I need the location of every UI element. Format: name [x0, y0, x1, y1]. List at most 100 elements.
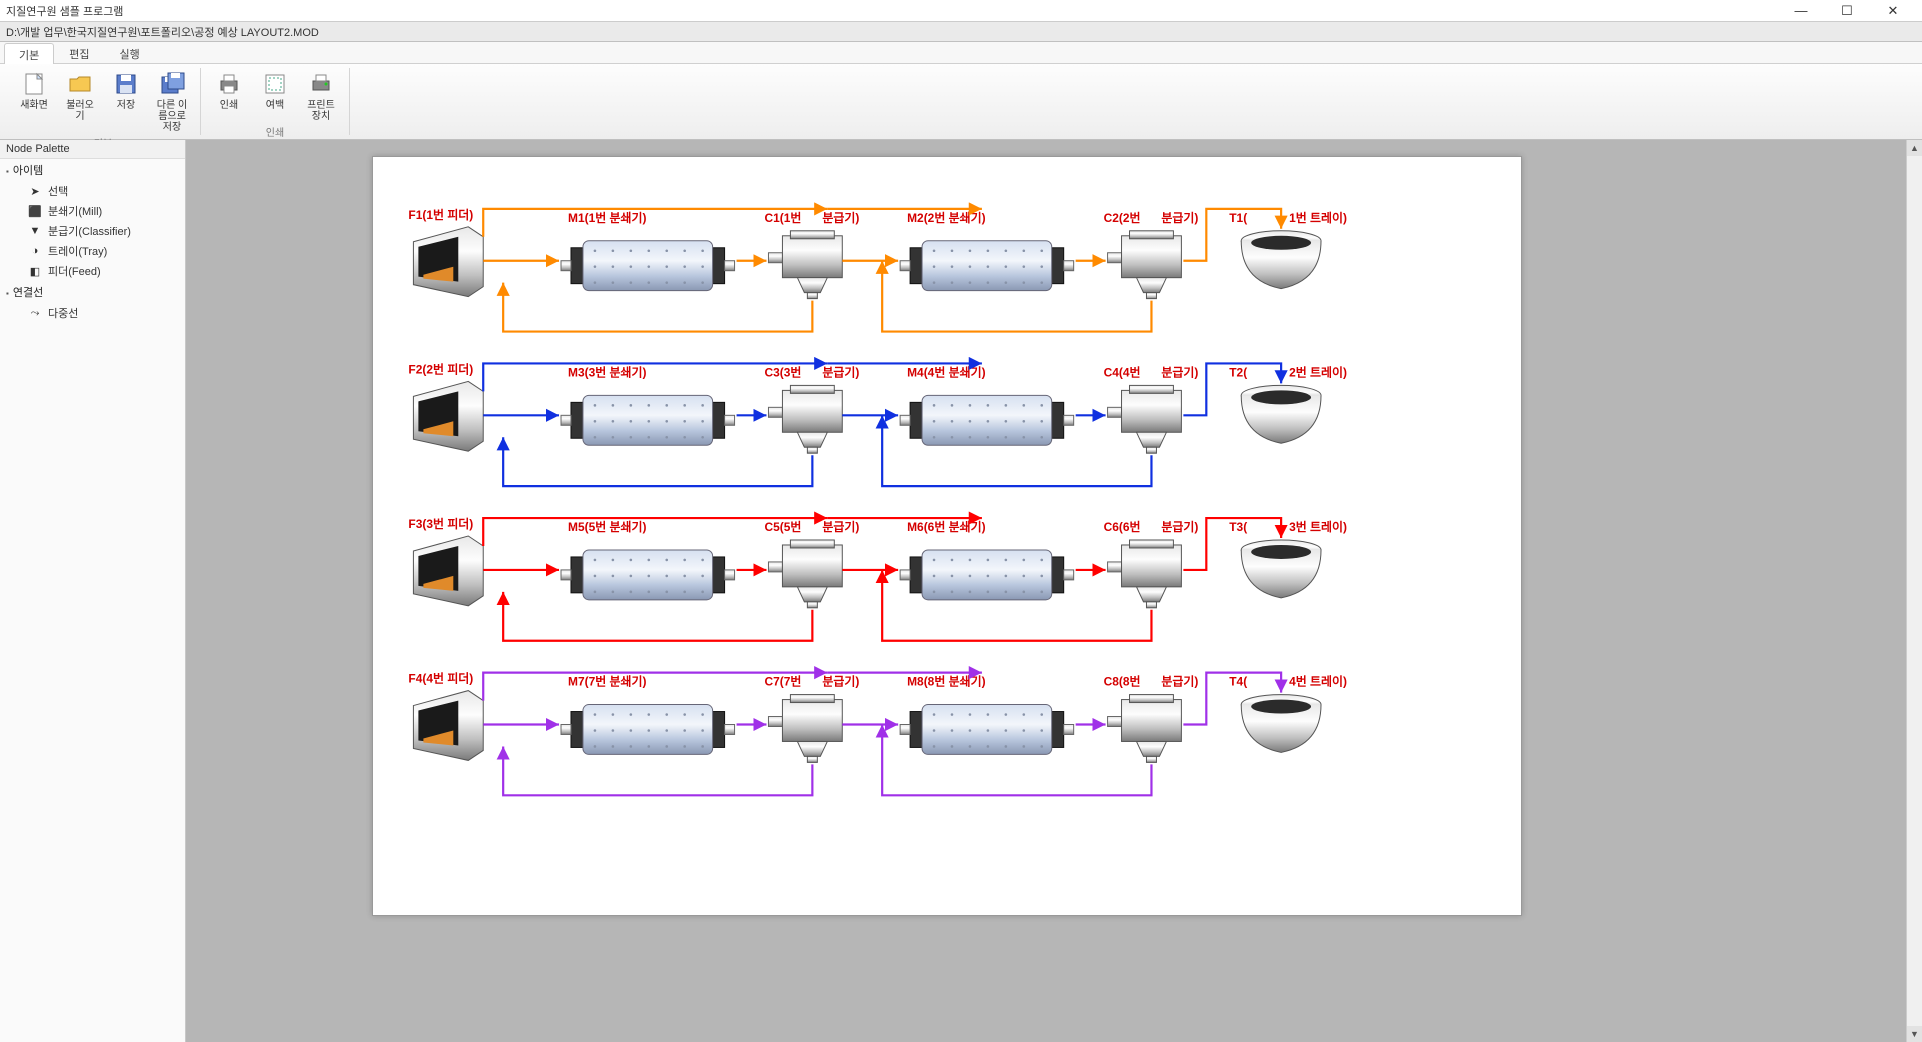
tray-node[interactable]: [1241, 695, 1321, 753]
ribbon-button-label: 새화면: [20, 100, 48, 111]
svg-text:분급기): 분급기): [822, 674, 859, 689]
maximize-button[interactable]: ☐: [1824, 0, 1870, 22]
svg-text:F3(3번 피더): F3(3번 피더): [408, 516, 473, 531]
svg-text:분급기): 분급기): [1161, 519, 1198, 534]
classifier-node[interactable]: [768, 695, 842, 763]
svg-text:F1(1번 피더): F1(1번 피더): [408, 207, 473, 222]
margin-icon: [261, 70, 289, 98]
svg-text:F4(4번 피더): F4(4번 피더): [408, 671, 473, 686]
tray-icon: ◑: [28, 244, 42, 258]
scroll-up-icon[interactable]: ▲: [1907, 140, 1922, 156]
svg-text:M4(4번 분쇄기): M4(4번 분쇄기): [907, 364, 986, 379]
svg-text:C7(7번: C7(7번: [764, 674, 801, 689]
mill-node[interactable]: [900, 241, 1074, 291]
palette-item-label: 트레이(Tray): [48, 243, 107, 259]
palette-group-아이템[interactable]: 아이템: [0, 159, 185, 181]
ribbon-button-label: 저장: [117, 100, 135, 111]
open-folder-icon: [66, 70, 94, 98]
palette-item-polyline[interactable]: ⤳ 다중선: [0, 303, 185, 323]
ribbon-group-인쇄: 인쇄여백프린트 장치인쇄: [201, 68, 350, 135]
palette-item-feed[interactable]: ◧ 피더(Feed): [0, 261, 185, 281]
classifier-node[interactable]: [1108, 231, 1182, 299]
printer-icon: [307, 70, 335, 98]
classifier-node[interactable]: [768, 385, 842, 453]
scroll-down-icon[interactable]: ▼: [1907, 1026, 1922, 1042]
polyline-icon: ⤳: [28, 306, 42, 320]
tray-node[interactable]: [1241, 231, 1321, 289]
svg-text:C6(6번: C6(6번: [1104, 519, 1141, 534]
tray-node[interactable]: [1241, 385, 1321, 443]
svg-text:T3(: T3(: [1229, 520, 1247, 534]
open-folder-button[interactable]: 불러오기: [60, 68, 100, 135]
window-titlebar: 지질연구원 샘플 프로그램 — ☐ ✕: [0, 0, 1922, 22]
feeder-node[interactable]: [413, 381, 483, 451]
classifier-node[interactable]: [768, 231, 842, 299]
node-palette: Node Palette 아이템➤선택⬛분쇄기(Mill)▼분급기(Classi…: [0, 140, 186, 1042]
save-button[interactable]: 저장: [106, 68, 146, 135]
canvas[interactable]: F1(1번 피더)M1(1번 분쇄기)C1(1번분급기)M2(2번 분쇄기)C2…: [372, 156, 1522, 916]
mill-node[interactable]: [900, 705, 1074, 755]
feed-icon: ◧: [28, 264, 42, 278]
tray-node[interactable]: [1241, 540, 1321, 598]
ribbon-tabs: 기본편집실행: [0, 42, 1922, 64]
mill-node[interactable]: [561, 395, 735, 445]
svg-text:C5(5번: C5(5번: [764, 519, 801, 534]
print-button[interactable]: 인쇄: [209, 68, 249, 124]
close-button[interactable]: ✕: [1870, 0, 1916, 22]
feeder-node[interactable]: [413, 227, 483, 297]
printer-button[interactable]: 프린트 장치: [301, 68, 341, 124]
ribbon-button-label: 프린트 장치: [303, 100, 339, 122]
file-path-bar: D:\개발 업무\한국지질연구원\포트폴리오\공정 예상 LAYOUT2.MOD: [0, 22, 1922, 42]
ribbon-button-label: 불러오기: [62, 100, 98, 122]
svg-text:분급기): 분급기): [1161, 674, 1198, 689]
svg-text:분급기): 분급기): [822, 210, 859, 225]
saveas-button[interactable]: 다른 이름으로 저장: [152, 68, 192, 135]
palette-item-label: 다중선: [48, 305, 78, 321]
ribbon-button-label: 다른 이름으로 저장: [154, 100, 190, 133]
palette-item-cursor[interactable]: ➤선택: [0, 181, 185, 201]
palette-item-tray[interactable]: ◑ 트레이(Tray): [0, 241, 185, 261]
vertical-scrollbar[interactable]: ▲ ▼: [1906, 140, 1922, 1042]
classifier-node[interactable]: [1108, 385, 1182, 453]
palette-item-label: 피더(Feed): [48, 263, 101, 279]
svg-text:M8(8번 분쇄기): M8(8번 분쇄기): [907, 674, 986, 689]
svg-text:분급기): 분급기): [822, 364, 859, 379]
svg-text:M3(3번 분쇄기): M3(3번 분쇄기): [568, 364, 647, 379]
new-doc-button[interactable]: 새화면: [14, 68, 54, 135]
canvas-area[interactable]: F1(1번 피더)M1(1번 분쇄기)C1(1번분급기)M2(2번 분쇄기)C2…: [186, 140, 1922, 1042]
mill-node[interactable]: [561, 241, 735, 291]
ribbon-group-caption: 인쇄: [266, 124, 284, 139]
svg-text:M1(1번 분쇄기): M1(1번 분쇄기): [568, 210, 647, 225]
svg-text:C4(4번: C4(4번: [1104, 364, 1141, 379]
classifier-node[interactable]: [768, 540, 842, 608]
margin-button[interactable]: 여백: [255, 68, 295, 124]
classifier-node[interactable]: [1108, 540, 1182, 608]
ribbon-tab-기본[interactable]: 기본: [4, 43, 54, 64]
ribbon-tab-실행[interactable]: 실행: [105, 42, 155, 63]
mill-node[interactable]: [561, 705, 735, 755]
mill-node[interactable]: [900, 550, 1074, 600]
svg-text:3번 트레이): 3번 트레이): [1289, 519, 1347, 534]
classifier-node[interactable]: [1108, 695, 1182, 763]
svg-text:분급기): 분급기): [1161, 364, 1198, 379]
ribbon-tab-편집[interactable]: 편집: [54, 42, 104, 63]
palette-item-mill[interactable]: ⬛분쇄기(Mill): [0, 201, 185, 221]
palette-item-label: 분쇄기(Mill): [48, 203, 102, 219]
save-icon: [112, 70, 140, 98]
ribbon: 새화면불러오기저장다른 이름으로 저장기본인쇄여백프린트 장치인쇄: [0, 64, 1922, 140]
mill-node[interactable]: [561, 550, 735, 600]
svg-text:1번 트레이): 1번 트레이): [1289, 210, 1347, 225]
svg-text:C1(1번: C1(1번: [764, 210, 801, 225]
ribbon-button-label: 인쇄: [220, 100, 238, 111]
ribbon-group-기본: 새화면불러오기저장다른 이름으로 저장기본: [6, 68, 201, 135]
palette-group-연결선[interactable]: 연결선: [0, 281, 185, 303]
classifier-icon: ▼: [28, 224, 42, 238]
mill-node[interactable]: [900, 395, 1074, 445]
minimize-button[interactable]: —: [1778, 0, 1824, 22]
ribbon-button-label: 여백: [266, 100, 284, 111]
feeder-node[interactable]: [413, 536, 483, 606]
window-title: 지질연구원 샘플 프로그램: [6, 3, 123, 19]
svg-text:C8(8번: C8(8번: [1104, 674, 1141, 689]
feeder-node[interactable]: [413, 691, 483, 761]
palette-item-classifier[interactable]: ▼분급기(Classifier): [0, 221, 185, 241]
